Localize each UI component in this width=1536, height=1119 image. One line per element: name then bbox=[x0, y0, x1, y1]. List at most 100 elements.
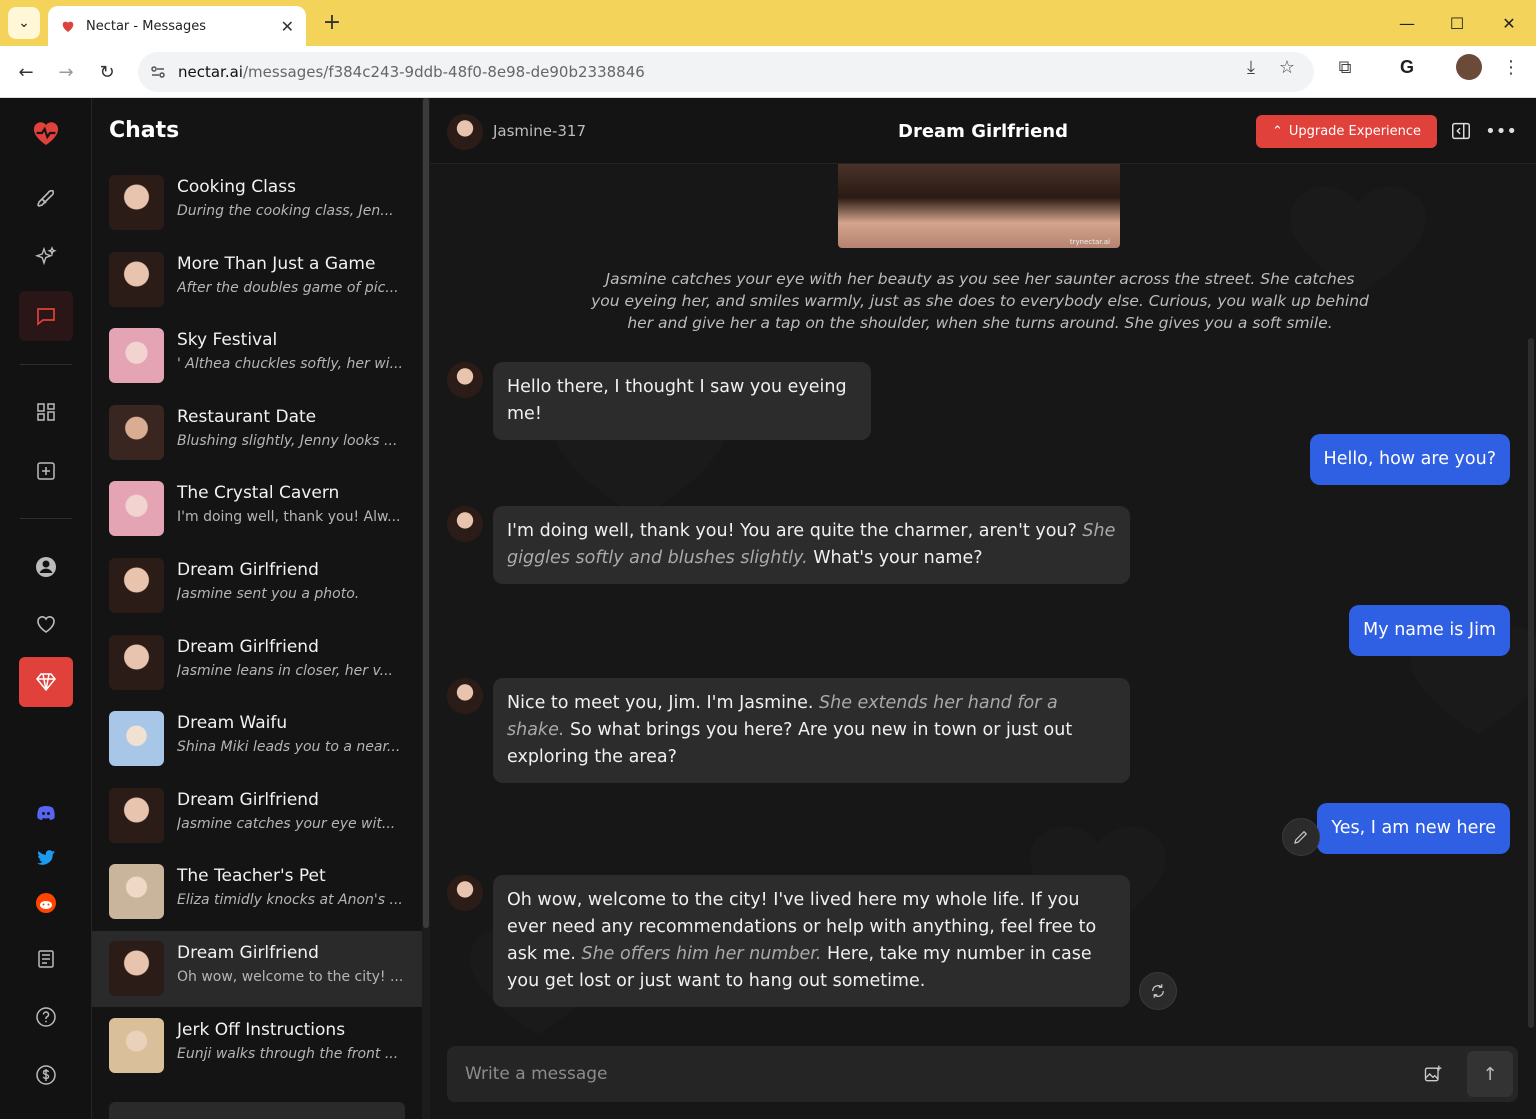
chat-preview: Jasmine leans in closer, her v... bbox=[177, 662, 393, 679]
sparkles-icon[interactable] bbox=[19, 232, 73, 282]
message-composer: ↑ bbox=[447, 1046, 1518, 1102]
icon-rail bbox=[0, 98, 92, 1119]
url-path: /messages/f384c243-9ddb-48f0-8e98-de90b2… bbox=[242, 63, 645, 81]
message-text: Nice to meet you, Jim. I'm Jasmine. bbox=[507, 693, 819, 713]
message-avatar[interactable] bbox=[447, 678, 483, 714]
user-message-bubble: Yes, I am new here bbox=[1317, 803, 1510, 854]
google-extension-icon[interactable]: G bbox=[1394, 54, 1420, 80]
discord-icon[interactable] bbox=[19, 788, 73, 838]
heart-favicon-icon bbox=[62, 21, 74, 32]
help-icon[interactable] bbox=[19, 992, 73, 1042]
new-tab-button[interactable]: + bbox=[318, 8, 346, 36]
rail-divider bbox=[20, 518, 72, 519]
chat-list-item[interactable]: Sky Festival ' Althea chuckles softly, he… bbox=[92, 318, 422, 394]
conversation-scrollbar[interactable] bbox=[1528, 338, 1534, 1028]
blog-news-icon[interactable] bbox=[19, 934, 73, 984]
message-avatar[interactable] bbox=[447, 362, 483, 398]
photo-watermark: trynectar.ai bbox=[1069, 238, 1110, 246]
url-field[interactable]: nectar.ai/messages/f384c243-9ddb-48f0-8e… bbox=[138, 52, 1314, 92]
url-host: nectar.ai bbox=[178, 63, 243, 81]
chat-list-item[interactable]: The Crystal Cavern I'm doing well, thank … bbox=[92, 471, 422, 547]
chat-avatar bbox=[109, 1017, 164, 1073]
chat-list-item[interactable]: Dream Girlfriend Jasmine sent you a photo… bbox=[92, 548, 422, 624]
chat-avatar bbox=[109, 864, 164, 920]
user-message-bubble: Hello, how are you? bbox=[1309, 434, 1510, 485]
chat-list-item[interactable]: Dream Waifu Shina Miki leads you to a nea… bbox=[92, 701, 422, 777]
chat-list-item[interactable]: The Teacher's Pet Eliza timidly knocks at… bbox=[92, 854, 422, 930]
chats-nav-icon[interactable] bbox=[19, 291, 73, 341]
pricing-dollar-icon[interactable] bbox=[19, 1050, 73, 1100]
tab-search-button[interactable]: ⌄ bbox=[8, 7, 40, 39]
message-text: I'm doing well, thank you! You are quite… bbox=[507, 521, 1083, 541]
send-button[interactable]: ↑ bbox=[1467, 1051, 1513, 1097]
forward-icon[interactable]: → bbox=[52, 58, 80, 86]
user-message-bubble: My name is Jim bbox=[1349, 605, 1510, 656]
chat-list-item[interactable]: Dream Girlfriend Oh wow, welcome to the c… bbox=[92, 931, 422, 1007]
maximize-icon[interactable]: ☐ bbox=[1432, 0, 1482, 46]
rocket-icon[interactable] bbox=[19, 174, 73, 224]
chat-preview: During the cooking class, Jen... bbox=[177, 203, 394, 219]
message-input[interactable] bbox=[465, 1046, 1405, 1102]
chat-avatar bbox=[109, 404, 164, 460]
minimize-icon[interactable]: — bbox=[1382, 0, 1432, 46]
close-tab-icon[interactable]: ✕ bbox=[281, 17, 294, 36]
character-avatar[interactable] bbox=[447, 114, 483, 150]
reload-icon[interactable]: ↻ bbox=[93, 58, 121, 86]
message-avatar[interactable] bbox=[447, 875, 483, 911]
user-profile-icon[interactable] bbox=[19, 542, 73, 592]
message-text: What's your name? bbox=[807, 548, 983, 568]
premium-diamond-icon[interactable] bbox=[19, 657, 73, 707]
chat-list-item[interactable]: Dream Girlfriend Jasmine leans in closer,… bbox=[92, 625, 422, 701]
chat-list-item[interactable]: More Than Just a Game After the doubles g… bbox=[92, 242, 422, 318]
scrollbar-thumb[interactable] bbox=[423, 98, 429, 928]
back-icon[interactable]: ← bbox=[12, 58, 40, 86]
chat-list-item[interactable]: Jerk Off Instructions Eunji walks through… bbox=[92, 1008, 422, 1084]
nectar-logo-icon[interactable] bbox=[19, 108, 73, 158]
site-settings-icon[interactable] bbox=[148, 62, 168, 82]
chat-avatar bbox=[109, 711, 164, 767]
chat-list-item[interactable]: Restaurant Date Blushing slightly, Jenny … bbox=[92, 395, 422, 471]
ai-message-bubble: Nice to meet you, Jim. I'm Jasmine. She … bbox=[493, 678, 1130, 783]
extensions-icon[interactable]: ⧉ bbox=[1332, 54, 1358, 80]
chat-name: Dream Girlfriend bbox=[177, 943, 319, 963]
twitter-icon[interactable] bbox=[19, 833, 73, 883]
chat-list-item[interactable]: Cooking Class During the cooking class, J… bbox=[92, 165, 422, 241]
upgrade-experience-button[interactable]: ⌃ Upgrade Experience bbox=[1256, 115, 1437, 148]
rail-divider bbox=[20, 364, 72, 365]
chat-avatar bbox=[109, 175, 164, 230]
chat-avatar bbox=[109, 941, 164, 996]
profile-avatar[interactable] bbox=[1456, 54, 1482, 80]
browser-tab[interactable]: Nectar - Messages ✕ bbox=[48, 6, 306, 46]
chat-name: More Than Just a Game bbox=[177, 253, 376, 274]
toggle-panel-icon[interactable] bbox=[1449, 119, 1473, 143]
edit-message-icon[interactable] bbox=[1282, 818, 1320, 856]
chat-preview: Jasmine catches your eye wit... bbox=[177, 815, 396, 832]
grid-icon[interactable] bbox=[19, 387, 73, 437]
message-text: Hello there, I thought I saw you eyeing … bbox=[507, 377, 847, 424]
close-window-icon[interactable]: ✕ bbox=[1484, 0, 1534, 46]
character-name[interactable]: Jasmine-317 bbox=[493, 122, 586, 140]
ai-message-bubble: Oh wow, welcome to the city! I've lived … bbox=[493, 875, 1130, 1007]
browser-menu-icon[interactable]: ⋮ bbox=[1498, 54, 1524, 80]
tab-title: Nectar - Messages bbox=[86, 18, 206, 34]
scene-narration: Jasmine catches your eye with her beauty… bbox=[591, 270, 1369, 332]
chat-list-item[interactable]: Dream Girlfriend Jasmine catches your eye… bbox=[92, 778, 422, 854]
more-options-icon[interactable]: ••• bbox=[1485, 119, 1517, 143]
install-app-icon[interactable]: ⤓ bbox=[1238, 54, 1264, 80]
create-plus-icon[interactable] bbox=[19, 446, 73, 496]
attach-image-icon[interactable] bbox=[1421, 1062, 1445, 1086]
address-bar: ← → ↻ nectar.ai/messages/f384c243-9ddb-4… bbox=[0, 46, 1536, 98]
chat-list-footer-card bbox=[109, 1102, 405, 1119]
chats-heading: Chats bbox=[109, 118, 180, 143]
regenerate-icon[interactable] bbox=[1139, 972, 1177, 1010]
chevron-up-double-icon: ⌃ bbox=[1271, 124, 1283, 139]
favorites-heart-icon[interactable] bbox=[19, 599, 73, 649]
bookmark-star-icon[interactable]: ☆ bbox=[1274, 54, 1300, 80]
reddit-icon[interactable] bbox=[19, 878, 73, 928]
chat-preview: Eunji walks through the front ... bbox=[177, 1045, 399, 1062]
character-photo[interactable]: trynectar.ai bbox=[838, 164, 1120, 248]
upgrade-label: Upgrade Experience bbox=[1288, 124, 1422, 139]
message-avatar[interactable] bbox=[447, 506, 483, 542]
arrow-up-icon: ↑ bbox=[1482, 1063, 1498, 1085]
chat-list-scrollbar[interactable] bbox=[422, 98, 430, 1119]
